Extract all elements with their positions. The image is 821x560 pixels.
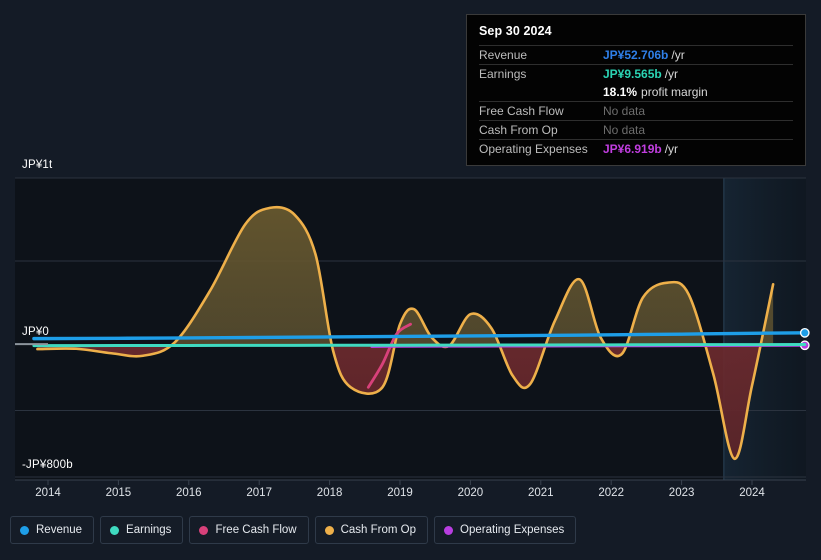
tooltip-row: Operating Expenses JP¥6.919b/yr (479, 139, 793, 158)
y-axis-label-bottom: -JP¥800b (22, 459, 73, 471)
tooltip-row-label: Earnings (479, 67, 527, 81)
tooltip-row-unit: /yr (671, 48, 685, 62)
legend-color-dot-icon (324, 525, 334, 535)
chart-svg (15, 177, 810, 485)
data-tooltip: Sep 30 2024 Revenue JP¥52.706b/yr Earnings… (466, 14, 806, 166)
y-axis-label-top: JP¥1t (22, 159, 53, 171)
x-axis-tick: 2015 (105, 487, 132, 499)
legend-item-label: Revenue (36, 524, 83, 536)
tooltip-date: Sep 30 2024 (479, 24, 552, 38)
legend-item-label: Operating Expenses (460, 524, 565, 536)
tooltip-row-value: JP¥9.565b (603, 67, 662, 81)
tooltip-row-value: No data (603, 123, 646, 137)
tooltip-row-label: Cash From Op (479, 123, 558, 137)
tooltip-profit-margin-label: profit margin (641, 85, 708, 99)
x-axis-tick: 2023 (668, 487, 695, 499)
tooltip-row: Free Cash Flow No data (479, 101, 793, 120)
tooltip-row-unit: /yr (664, 142, 679, 156)
tooltip-row-unit: /yr (664, 67, 679, 81)
x-axis-tick: 2018 (316, 487, 343, 499)
legend-item-revenue[interactable]: Revenue (10, 516, 95, 544)
legend-item-operating-expenses[interactable]: Operating Expenses (434, 516, 577, 544)
tooltip-row-value: No data (603, 104, 646, 118)
tooltip-row: Cash From Op No data (479, 120, 793, 139)
x-axis-tick: 2019 (387, 487, 413, 499)
legend-color-dot-icon (444, 525, 454, 535)
chart-screenshot: Sep 30 2024 Revenue JP¥52.706b/yr Earnings… (0, 0, 821, 560)
x-axis-tick: 2016 (176, 487, 202, 499)
legend-item-label: Earnings (126, 524, 172, 536)
legend-item-earnings[interactable]: Earnings (100, 516, 184, 544)
x-axis-tick: 2020 (457, 487, 484, 499)
tooltip-row-label: Operating Expenses (479, 142, 588, 156)
x-axis-tick: 2024 (739, 487, 765, 499)
x-axis-tick: 2014 (35, 487, 61, 499)
tooltip-row: 18.1% profit margin (479, 83, 793, 101)
chart-legend: Revenue Earnings Free Cash Flow Cash From O… (10, 516, 577, 544)
plot-area (0, 150, 821, 495)
tooltip-row-label: Revenue (479, 48, 528, 62)
tooltip-row-value: JP¥6.919b (603, 142, 662, 156)
legend-color-dot-icon (110, 525, 120, 535)
x-axis-tick: 2022 (598, 487, 624, 499)
tooltip-row: Revenue JP¥52.706b/yr (479, 45, 793, 64)
legend-color-dot-icon (199, 525, 209, 535)
legend-item-label: Cash From Op (340, 524, 417, 536)
legend-color-dot-icon (20, 525, 29, 535)
legend-item-label: Free Cash Flow (215, 524, 297, 536)
x-axis-tick: 2017 (246, 487, 272, 499)
tooltip-profit-margin-value: 18.1% (603, 85, 638, 99)
tooltip-rows: Revenue JP¥52.706b/yr Earnings JP¥9.565b/yr… (479, 45, 793, 158)
tooltip-row-label: Free Cash Flow (479, 104, 564, 118)
x-axis-tick: 2021 (528, 487, 554, 499)
tooltip-row: Earnings JP¥9.565b/yr (479, 64, 793, 83)
legend-item-cash-from-op[interactable]: Cash From Op (314, 516, 429, 544)
x-axis: 2014 2015 2016 2017 2018 2019 2020 2021 2022 2023… (0, 487, 821, 509)
y-axis-label-zero: JP¥0 (22, 326, 50, 338)
legend-item-free-cash-flow[interactable]: Free Cash Flow (189, 516, 309, 544)
tooltip-row-value: JP¥52.706b (603, 48, 669, 62)
